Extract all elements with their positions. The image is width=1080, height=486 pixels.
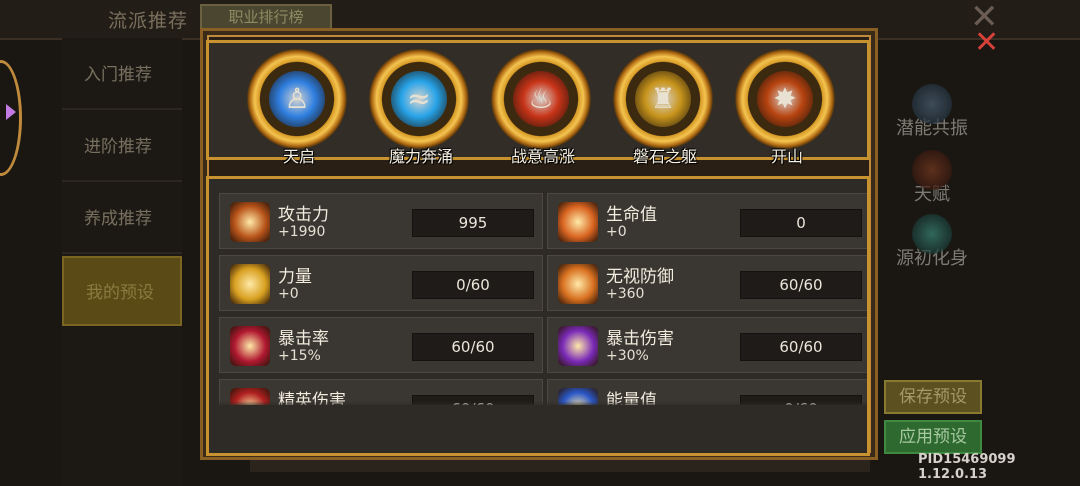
sidebar-item-advanced[interactable]: 进阶推荐 bbox=[62, 112, 182, 182]
stat-value: 0/60 bbox=[412, 271, 534, 299]
right-item-avatar[interactable]: 源初化身 bbox=[888, 214, 976, 274]
close-icon-red: ✕ bbox=[974, 25, 1000, 60]
purple-orb-icon bbox=[558, 326, 598, 366]
golden-statue-icon: ♜ bbox=[635, 71, 691, 127]
apply-preset-button[interactable]: 应用预设 bbox=[884, 420, 982, 454]
stats-footer bbox=[209, 405, 867, 453]
gem-icon bbox=[912, 214, 952, 254]
right-item-potential[interactable]: 潜能共振 bbox=[888, 84, 976, 144]
blue-figure-icon: ♙ bbox=[269, 71, 325, 127]
sidebar: 入门推荐 进阶推荐 养成推荐 我的预设 bbox=[62, 38, 182, 486]
right-item-talent[interactable]: 天赋 bbox=[888, 150, 976, 210]
red-horn-icon: ♨ bbox=[513, 71, 569, 127]
side-drawer-handle[interactable] bbox=[0, 60, 22, 176]
skill-panel: ♙ 天启 ≈ 魔力奔涌 ♨ 战意高涨 ♜ 磐石之躯 ✸ 开山 bbox=[206, 40, 870, 166]
sidebar-item-cultivation[interactable]: 养成推荐 bbox=[62, 184, 182, 254]
save-preset-button[interactable]: 保存预设 bbox=[884, 380, 982, 414]
red-swirl-icon bbox=[230, 326, 270, 366]
sidebar-item-beginner[interactable]: 入门推荐 bbox=[62, 40, 182, 110]
stat-card-ignore-defense: 无视防御 +360 60/60 bbox=[547, 255, 867, 311]
stat-card-strength: 力量 +0 0/60 bbox=[219, 255, 543, 311]
skill-slot-3[interactable]: ♨ 战意高涨 bbox=[487, 49, 599, 166]
stat-value: 0 bbox=[740, 209, 862, 237]
stat-card-hp: 生命值 +0 0 bbox=[547, 193, 867, 249]
skill-slot-2[interactable]: ≈ 魔力奔涌 bbox=[365, 49, 477, 166]
stat-value: 60/60 bbox=[740, 333, 862, 361]
stat-card-crit-rate: 暴击率 +15% 60/60 bbox=[219, 317, 543, 373]
skill-slot-5[interactable]: ✸ 开山 bbox=[731, 49, 843, 166]
gear-crystal-icon bbox=[912, 84, 952, 124]
sword-icon bbox=[230, 202, 270, 242]
stat-card-attack: 攻击力 +1990 995 bbox=[219, 193, 543, 249]
page-title: 流派推荐 bbox=[108, 10, 189, 32]
sidebar-item-my-presets[interactable]: 我的预设 bbox=[62, 256, 182, 326]
stat-value: 60/60 bbox=[740, 271, 862, 299]
blue-wave-icon: ≈ bbox=[391, 71, 447, 127]
skill-slot-1[interactable]: ♙ 天启 bbox=[243, 49, 355, 166]
sun-icon bbox=[230, 264, 270, 304]
burst-icon: ✸ bbox=[757, 71, 813, 127]
tab-ranking[interactable]: 职业排行榜 bbox=[200, 4, 332, 30]
broken-shield-icon bbox=[558, 264, 598, 304]
skill-slot-4[interactable]: ♜ 磐石之躯 bbox=[609, 49, 721, 166]
stats-panel: 攻击力 +1990 995 生命值 +0 0 力量 +0 0/60 无视防御 +… bbox=[206, 176, 870, 456]
stat-value: 60/60 bbox=[412, 333, 534, 361]
stat-card-crit-damage: 暴击伤害 +30% 60/60 bbox=[547, 317, 867, 373]
build-version: PID15469099 1.12.0.13 bbox=[918, 452, 1016, 482]
chevron-right-icon bbox=[6, 104, 16, 120]
close-button[interactable]: ✕ ✕ bbox=[968, 0, 1002, 60]
heart-icon bbox=[558, 202, 598, 242]
tree-icon bbox=[912, 150, 952, 190]
stat-value: 995 bbox=[412, 209, 534, 237]
